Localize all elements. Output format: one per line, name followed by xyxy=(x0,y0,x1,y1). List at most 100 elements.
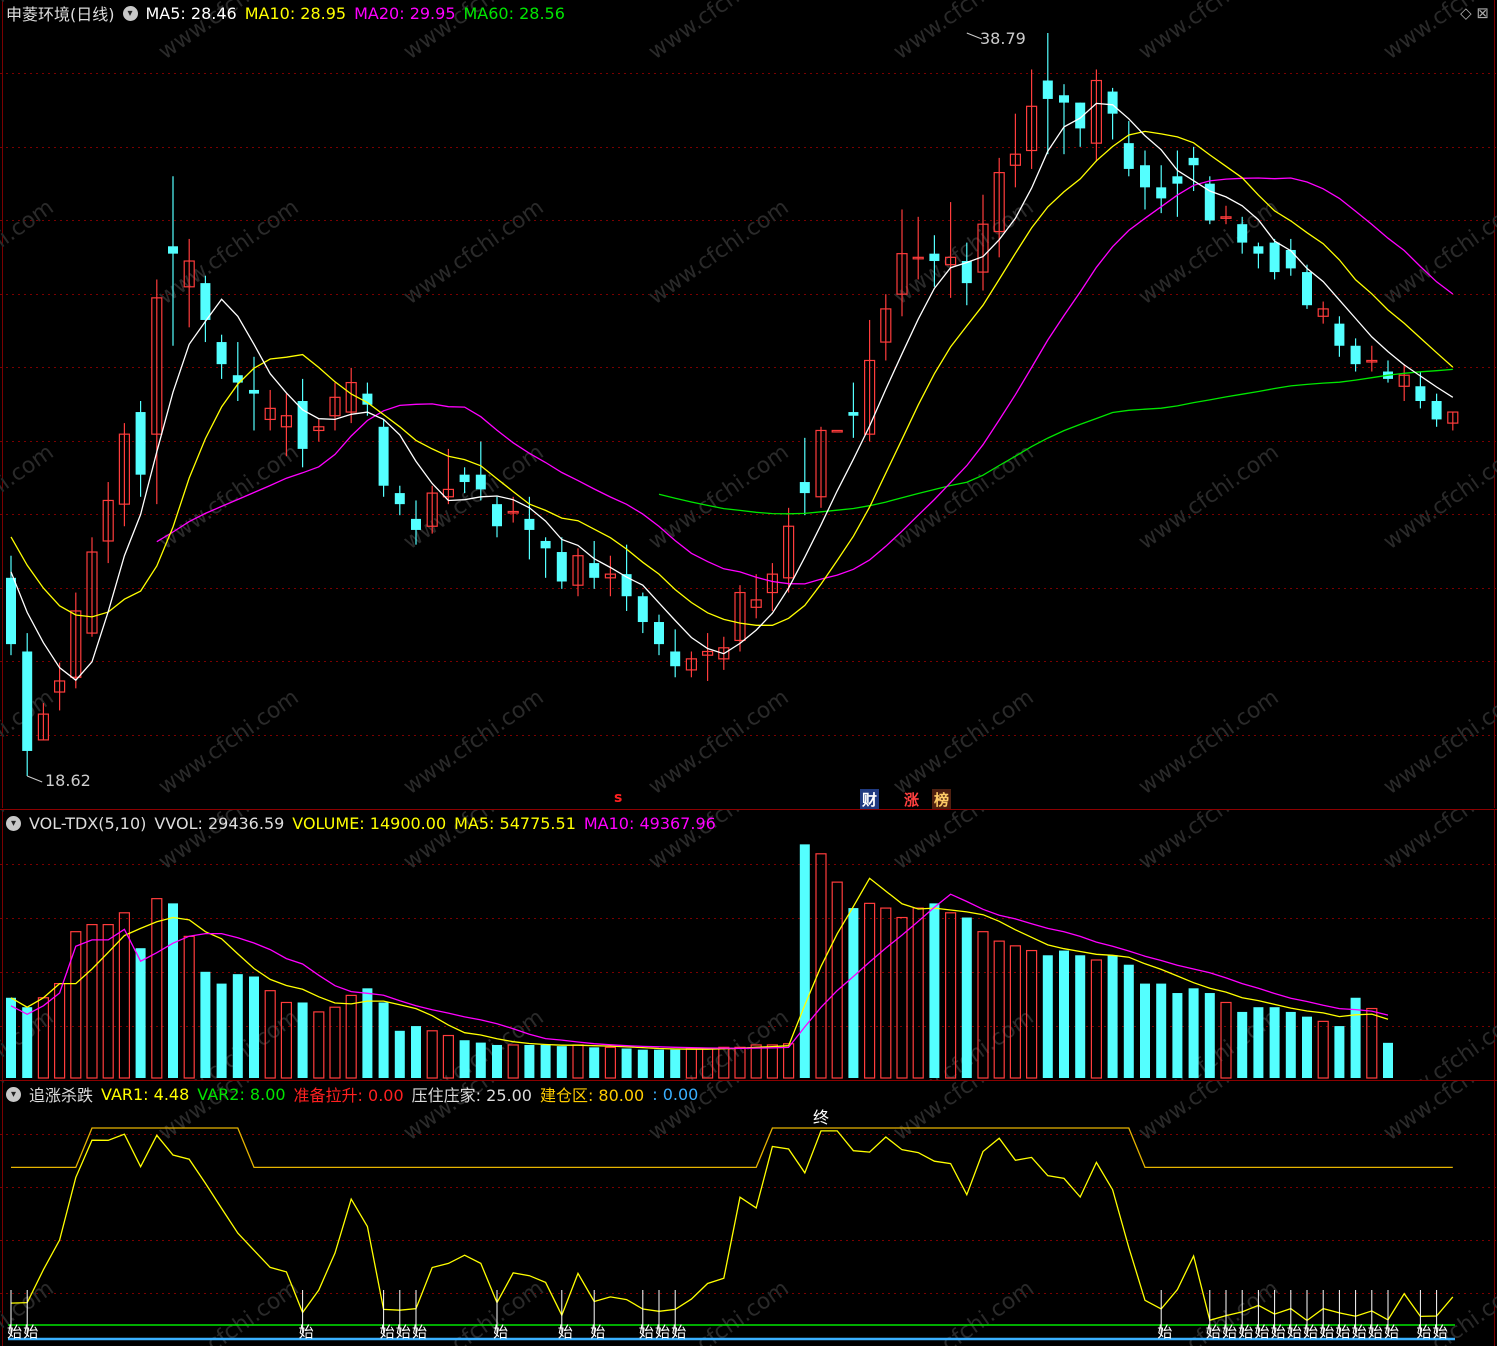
diamond-icon[interactable]: ◇ ⊠ xyxy=(1460,4,1489,22)
stock-title[interactable]: 申菱环境(日线) xyxy=(6,1,115,25)
start-signal-label: 始 xyxy=(1238,1323,1253,1341)
start-signal-label: 始 xyxy=(1352,1323,1367,1341)
candle-body-down xyxy=(1237,224,1248,243)
volume-bar-up xyxy=(1366,1007,1378,1079)
low-arrow xyxy=(27,775,43,783)
volume-header: ▾ VOL-TDX(5,10) VVOL: 29436.59 VOLUME: 1… xyxy=(6,812,724,834)
volume-bar-down xyxy=(654,1049,664,1078)
yazhu-label: 压住庄家: 25.00 xyxy=(411,1086,532,1105)
start-signal-label: 始 xyxy=(671,1323,686,1341)
start-signal-label: 始 xyxy=(639,1323,654,1341)
candle-body-down xyxy=(1285,249,1296,269)
candle-body-down xyxy=(1059,95,1069,103)
zone-line xyxy=(11,1127,1453,1169)
candle-body-down xyxy=(929,253,940,262)
start-signal-label: 始 xyxy=(1206,1323,1221,1341)
extra-label: : 0.00 xyxy=(652,1084,699,1104)
candle-body-down xyxy=(1188,157,1199,166)
watermark-text: www.cfchi.com xyxy=(154,440,303,555)
vol-indicator-name[interactable]: VOL-TDX(5,10) xyxy=(29,814,146,833)
candle-body-down xyxy=(670,651,681,667)
watermark-text: www.cfchi.com xyxy=(1379,1005,1497,1080)
indicator-name[interactable]: 追涨杀跌 xyxy=(29,1082,93,1106)
volume-bar-down xyxy=(200,971,211,1078)
volume-bar-down xyxy=(556,1046,567,1078)
volume-bar-down xyxy=(1075,955,1086,1078)
volume-bar-up xyxy=(993,940,1005,1079)
watermark-text: www.cfchi.com xyxy=(399,195,548,310)
volume-bar-down xyxy=(621,1048,632,1078)
watermark-text: www.cfchi.com xyxy=(0,195,59,310)
volume-bar-up xyxy=(53,983,66,1079)
start-signal-label: 始 xyxy=(1157,1323,1172,1341)
settings-circle-icon[interactable]: ▾ xyxy=(122,5,138,21)
volume-bar-up xyxy=(345,994,357,1079)
candle-body-down xyxy=(799,482,810,494)
candle-body-down xyxy=(297,401,308,449)
volume-bar-down xyxy=(1172,993,1183,1078)
volume-bar-up xyxy=(912,907,924,1079)
watermark-text: www.cfchi.com xyxy=(1134,810,1283,875)
watermark-text: www.cfchi.com xyxy=(1379,810,1497,875)
volume-bar-down xyxy=(1383,1042,1393,1078)
volume-bar-up xyxy=(102,923,114,1079)
watermark-text: www.cfchi.com xyxy=(1379,685,1497,800)
volume-bar-down xyxy=(1140,983,1150,1078)
candle-body-down xyxy=(492,504,502,527)
volume-bar-down xyxy=(1269,1007,1280,1078)
candle-body-down xyxy=(1431,401,1442,420)
candle-body-down xyxy=(524,518,535,530)
settings-circle-icon[interactable]: ▾ xyxy=(6,1086,21,1102)
watermark-text: www.cfchi.com xyxy=(0,440,59,555)
volume-bar-down xyxy=(524,1044,535,1078)
watermark-text: www.cfchi.com xyxy=(1379,1081,1497,1146)
price-header: 申菱环境(日线) ▾ MA5: 28.46 MA10: 28.95 MA20: … xyxy=(6,1,573,25)
start-signal-label: 始 xyxy=(1287,1323,1302,1341)
volume-bar-up xyxy=(426,1030,438,1079)
volume-panel[interactable]: www.cfchi.com www.cfchi.com www.cfchi.com w… xyxy=(0,809,1497,1080)
settings-circle-icon[interactable]: ▾ xyxy=(6,815,21,831)
vol-ma5-label: MA5: 54775.51 xyxy=(454,813,576,833)
watermark-text: www.cfchi.com xyxy=(1379,440,1497,555)
candle-body-down xyxy=(1042,80,1053,99)
watermark-text: www.cfchi.com xyxy=(889,1276,1038,1346)
watermark-text: www.cfchi.com xyxy=(154,685,303,800)
candle-body-down xyxy=(1350,345,1361,365)
candle-body-down xyxy=(200,283,211,320)
indicator-panel[interactable]: www.cfchi.com www.cfchi.com www.cfchi.com w… xyxy=(0,1080,1497,1346)
candle-body-down xyxy=(556,552,567,582)
finance-marker[interactable]: 财 xyxy=(860,789,880,810)
volume-bar-down xyxy=(1285,1011,1296,1078)
var2-label: VAR2: 8.00 xyxy=(197,1084,286,1104)
candle-body-down xyxy=(1253,246,1264,254)
end-signal-label: 终 xyxy=(813,1108,829,1127)
start-signal-label: 始 xyxy=(1271,1323,1286,1341)
volume-bar-down xyxy=(1107,955,1118,1078)
start-signal-label: 始 xyxy=(1416,1323,1431,1341)
ma10-label: MA10: 28.95 xyxy=(244,3,347,23)
ma5-line xyxy=(10,102,1454,682)
price-panel[interactable]: www.cfchi.com www.cfchi.com www.cfchi.com w… xyxy=(0,0,1497,810)
candle-body-down xyxy=(1172,176,1183,184)
volume-bar-down xyxy=(411,1026,421,1078)
watermark-text: www.cfchi.com xyxy=(644,195,793,310)
price-chart[interactable]: www.cfchi.com www.cfchi.com www.cfchi.com w… xyxy=(0,0,1497,808)
candle-body-down xyxy=(249,389,259,394)
volume-bar-down xyxy=(135,948,146,1078)
ma10-line xyxy=(10,130,1454,626)
watermark-text: www.cfchi.com xyxy=(889,1081,1038,1146)
signal-s-marker[interactable]: s xyxy=(614,790,622,806)
volume-bar-up xyxy=(151,898,163,1079)
start-signal-label: 始 xyxy=(299,1323,314,1341)
watermark-text: www.cfchi.com xyxy=(399,440,548,555)
indicator-chart[interactable]: www.cfchi.com www.cfchi.com www.cfchi.com w… xyxy=(0,1081,1497,1346)
ranking-marker[interactable]: 榜 xyxy=(932,789,952,810)
candle-body-down xyxy=(961,261,972,284)
volume-bar-up xyxy=(863,902,876,1079)
volume-bar-up xyxy=(1090,959,1103,1079)
start-signal-label: 始 xyxy=(1433,1323,1448,1341)
rise-marker[interactable]: 涨 xyxy=(904,789,919,810)
candle-body-down xyxy=(216,342,227,365)
candle-body-down xyxy=(1156,187,1167,199)
volume-chart[interactable]: www.cfchi.com www.cfchi.com www.cfchi.com w… xyxy=(0,810,1497,1080)
